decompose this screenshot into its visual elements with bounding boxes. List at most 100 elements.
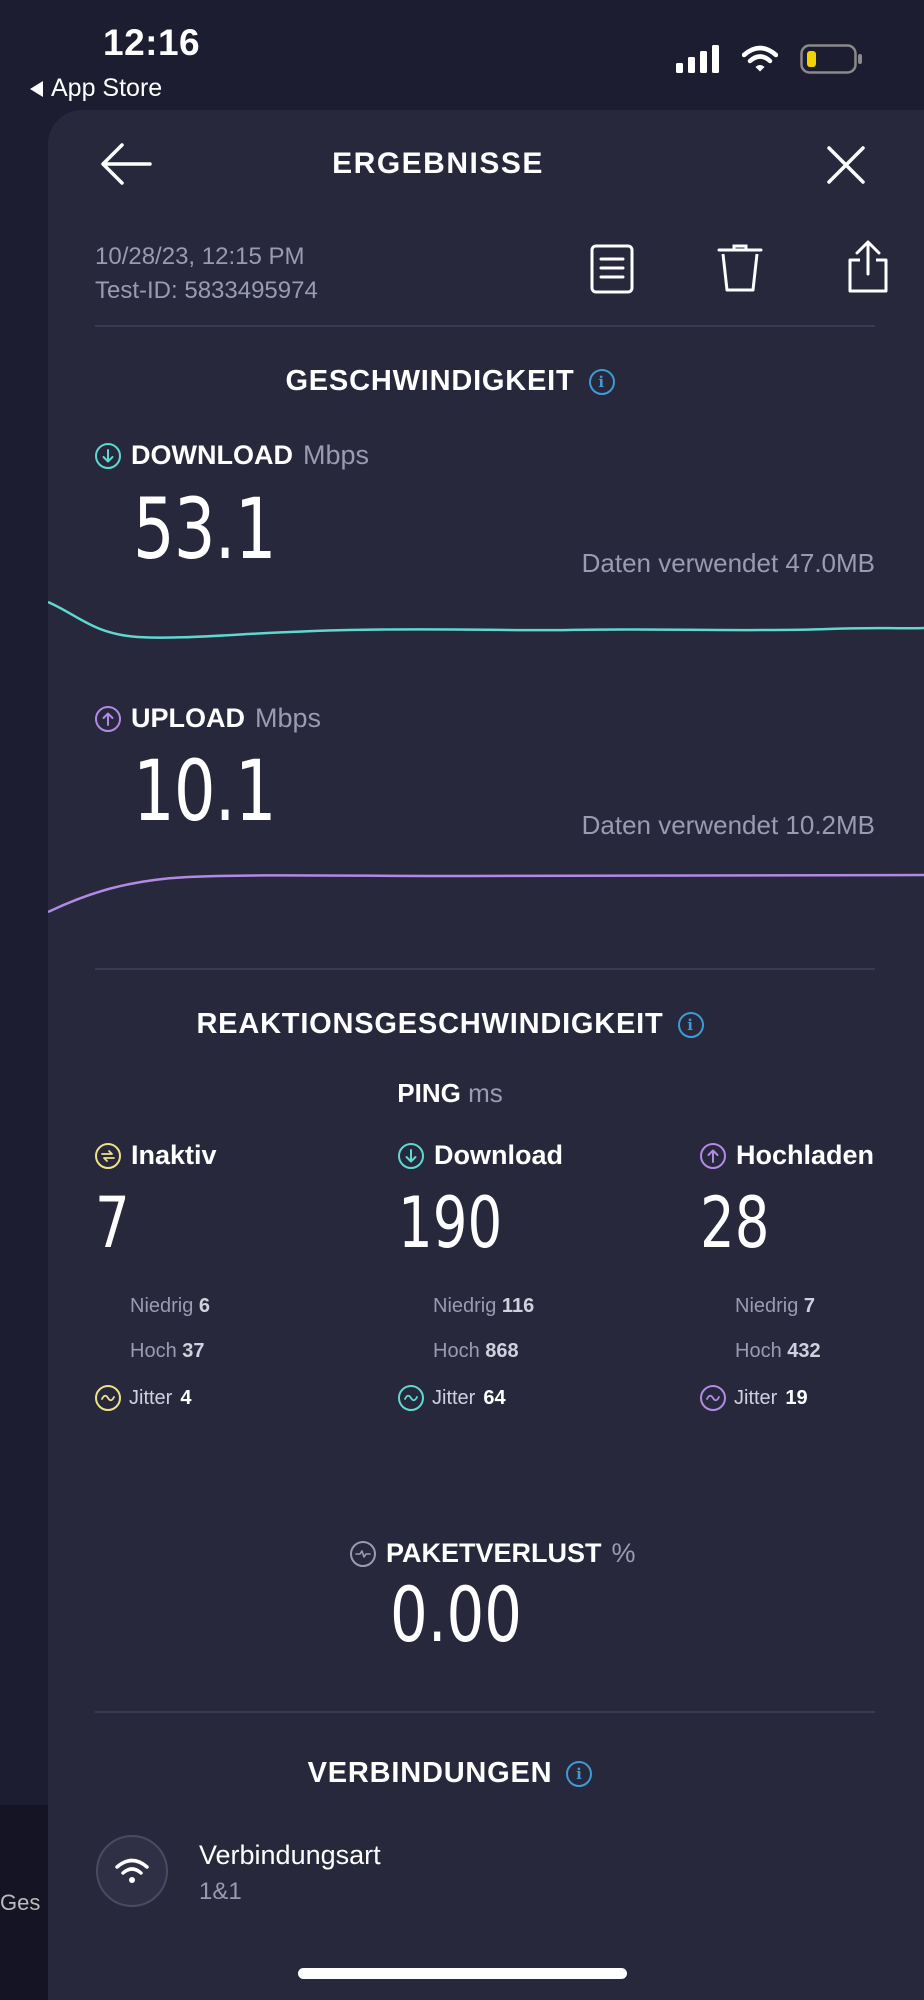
divider (95, 1711, 875, 1713)
test-meta: 10/28/23, 12:15 PM Test-ID: 5833495974 (95, 240, 318, 308)
jitter-value: 64 (483, 1386, 506, 1409)
test-datetime: 10/28/23, 12:15 PM (95, 243, 305, 270)
share-icon[interactable] (847, 240, 889, 294)
upload-label-text: UPLOAD (131, 703, 245, 733)
high-label: Hoch (130, 1340, 177, 1362)
connection-type-icon (96, 1835, 168, 1907)
jitter-label: Jitter (129, 1386, 173, 1409)
ping-idle-label: Inaktiv (95, 1140, 217, 1171)
jitter-label: Jitter (734, 1386, 778, 1409)
jitter-label: Jitter (432, 1386, 476, 1409)
connections-title-text: VERBINDUNGEN (307, 1757, 553, 1789)
document-icon[interactable] (590, 244, 634, 294)
ping-upload-value: 28 (700, 1182, 770, 1264)
ping-download-label: Download (398, 1140, 563, 1171)
connection-type-label: Verbindungsart (199, 1840, 381, 1870)
ping-download-value: 190 (398, 1182, 503, 1264)
high-value: 432 (787, 1340, 821, 1362)
wifi-icon (115, 1858, 149, 1883)
jitter-wave-icon (700, 1385, 726, 1411)
back-app-label: App Store (51, 74, 163, 102)
ping-idle-column: Inaktiv 7 Niedrig 6 Hoch 37 Jitter 4 (95, 1140, 217, 1411)
low-value: 116 (501, 1295, 535, 1317)
home-indicator[interactable] (298, 1968, 627, 1979)
status-icons (676, 44, 864, 74)
ping-upload-label: Hochladen (700, 1140, 874, 1171)
download-arrow-icon (398, 1142, 424, 1169)
download-label: DOWNLOAD Mbps (95, 440, 369, 471)
ping-upload-high: Hoch 432 (735, 1340, 874, 1363)
info-icon[interactable]: i (566, 1760, 593, 1787)
upload-arrow-icon (95, 705, 121, 732)
low-value: 7 (803, 1295, 816, 1317)
ping-idle-label-text: Inaktiv (131, 1140, 217, 1170)
status-time: 12:16 (103, 22, 201, 63)
ping-heading: PING ms (0, 1078, 900, 1109)
upload-label: UPLOAD Mbps (95, 703, 321, 734)
jitter-wave-icon (95, 1385, 121, 1411)
info-icon[interactable]: i (677, 1011, 704, 1038)
ping-idle-low: Niedrig 6 (130, 1295, 217, 1318)
close-icon[interactable] (826, 145, 866, 185)
low-label: Niedrig (130, 1295, 194, 1317)
upload-speed-graph (48, 873, 924, 914)
packet-loss-icon (350, 1540, 376, 1567)
packet-loss-label-text: PAKETVERLUST (386, 1538, 602, 1568)
speed-section-title: GESCHWINDIGKEIT i (0, 365, 900, 398)
trash-icon[interactable] (717, 244, 763, 294)
download-speed-graph (48, 600, 924, 639)
battery-icon (800, 44, 862, 74)
ping-idle-value: 7 (95, 1182, 130, 1264)
high-label: Hoch (735, 1340, 782, 1362)
download-arrow-icon (95, 442, 121, 469)
divider (95, 325, 875, 327)
download-label-text: DOWNLOAD (131, 440, 293, 470)
speed-title-text: GESCHWINDIGKEIT (285, 365, 575, 397)
packet-loss-unit: % (611, 1538, 636, 1568)
low-label: Niedrig (433, 1295, 497, 1317)
download-unit: Mbps (302, 440, 370, 470)
ping-upload-low: Niedrig 7 (735, 1295, 874, 1318)
download-data-used: Daten verwendet 47.0MB (581, 548, 875, 578)
connection-type-value: 1&1 (199, 1878, 242, 1905)
low-label: Niedrig (735, 1295, 799, 1317)
low-value: 6 (198, 1295, 211, 1317)
ping-upload-jitter: Jitter 19 (700, 1385, 874, 1411)
ping-download-jitter: Jitter 64 (398, 1385, 563, 1411)
connections-section-title: VERBINDUNGEN i (0, 1757, 900, 1790)
test-id: Test-ID: 5833495974 (95, 277, 318, 304)
jitter-wave-icon (398, 1385, 424, 1411)
cellular-signal-icon (676, 45, 719, 73)
upload-unit: Mbps (255, 703, 322, 733)
ping-unit: ms (468, 1078, 503, 1108)
ping-idle-jitter: Jitter 4 (95, 1385, 217, 1411)
back-triangle-icon (30, 80, 43, 97)
ping-download-label-text: Download (434, 1140, 563, 1170)
ping-label: PING (397, 1078, 461, 1108)
back-to-app-link[interactable]: App Store (30, 74, 162, 103)
idle-icon (95, 1142, 121, 1169)
upload-value: 10.1 (133, 742, 277, 840)
latency-title-text: REAKTIONSGESCHWINDIGKEIT (196, 1008, 664, 1040)
wifi-icon (742, 45, 778, 72)
ping-download-column: Download 190 Niedrig 116 Hoch 868 Jitter… (398, 1140, 563, 1411)
ping-idle-high: Hoch 37 (130, 1340, 217, 1363)
jitter-value: 4 (180, 1386, 192, 1409)
ping-upload-column: Hochladen 28 Niedrig 7 Hoch 432 Jitter 1… (700, 1140, 874, 1411)
high-label: Hoch (433, 1340, 480, 1362)
high-value: 37 (182, 1340, 205, 1362)
upload-data-used: Daten verwendet 10.2MB (581, 810, 875, 840)
info-icon[interactable]: i (588, 368, 615, 395)
ping-download-low: Niedrig 116 (433, 1295, 563, 1318)
jitter-value: 19 (785, 1386, 808, 1409)
page-title: ERGEBNISSE (332, 147, 544, 180)
packet-loss-label: PAKETVERLUST % (350, 1538, 636, 1569)
background-app-text: Ges (0, 1890, 41, 1915)
high-value: 868 (485, 1340, 519, 1362)
packet-loss-value: 0.00 (390, 1570, 522, 1659)
ping-download-high: Hoch 868 (433, 1340, 563, 1363)
ping-upload-label-text: Hochladen (736, 1140, 875, 1170)
upload-arrow-icon (700, 1142, 726, 1169)
latency-section-title: REAKTIONSGESCHWINDIGKEIT i (0, 1008, 900, 1041)
download-value: 53.1 (133, 480, 277, 578)
